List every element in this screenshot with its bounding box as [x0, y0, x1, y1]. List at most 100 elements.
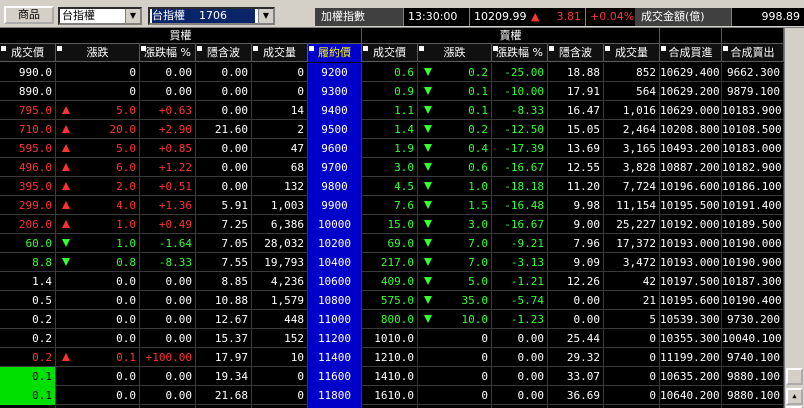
put-iv-cell: 9.09	[548, 253, 604, 272]
call-volume-cell: 4,236	[252, 272, 308, 291]
col-put-change[interactable]: 漲跌	[418, 44, 492, 62]
table-row[interactable]: 990.0 0 0.00 0.00 0 9200 0.6 0.2 -25.00 18.88 852 1…	[0, 63, 784, 82]
synthetic-sell-cell-value: 10108.500	[722, 123, 782, 136]
put-iv-cell-value: 9.98	[573, 199, 601, 212]
up-arrow-icon: ▲	[527, 8, 541, 26]
call-price-cell-value: 60.0	[25, 237, 53, 250]
col-put-change-pct[interactable]: 漲跌幅 %	[492, 44, 548, 62]
call-change-cell-value: 0	[129, 66, 136, 79]
chevron-down-icon[interactable]: ▼	[258, 9, 273, 23]
synthetic-sell-cell: 10189.500	[722, 215, 784, 234]
call-price-cell-value: 795.0	[18, 104, 52, 117]
call-iv-cell-value: 5.91	[221, 199, 249, 212]
up-triangle-icon	[62, 125, 70, 133]
put-iv-cell: 9.98	[548, 196, 604, 215]
synthetic-buy-cell-value: 10539.300	[660, 313, 720, 326]
put-price-cell-value: 1610.0	[374, 389, 414, 402]
col-put-iv[interactable]: 隱含波	[548, 44, 604, 62]
put-change-cell-value: 3.0	[468, 218, 488, 231]
product-select[interactable]: 台指權 ▼	[58, 7, 142, 25]
table-row[interactable]: 8.8 0.8 -8.33 7.55 19,793 10400 217.0 7.0 -3.13 9…	[0, 253, 784, 272]
put-price-cell: 409.0	[362, 272, 418, 291]
put-volume-cell-value: 1,016	[622, 104, 656, 117]
chevron-down-icon[interactable]: ▼	[125, 9, 140, 23]
call-iv-cell: 17.97	[196, 348, 252, 367]
synthetic-sell-cell-value: 10182.900	[722, 161, 782, 174]
put-change-cell-value: 0.1	[468, 104, 488, 117]
product-button[interactable]: 商品	[4, 6, 54, 24]
table-row[interactable]: 0.2 0.1 +100.00 17.97 10 11400 1210.0 0 0.00 29.3…	[0, 348, 784, 367]
put-change-cell: 0.2	[418, 63, 492, 82]
put-change-cell-value: 5.0	[468, 275, 488, 288]
table-row[interactable]: 496.0 6.0 +1.22 0.00 68 9700 3.0 0.6 -16.67 12.55…	[0, 158, 784, 177]
call-volume-cell-value: 28,032	[264, 237, 304, 250]
col-call-change[interactable]: 漲跌	[56, 44, 140, 62]
table-row[interactable]: 0.1 0.0 0.00 19.34 0 11600 1410.0 0 0.00 33.07 0 10…	[0, 367, 784, 386]
strike-cell-value: 10600	[317, 275, 352, 288]
strike-cell: 11800	[308, 386, 362, 405]
synthetic-buy-cell-value: 10640.200	[660, 389, 720, 402]
table-row[interactable]: 0.2 0.0 0.00 15.37 152 11200 1010.0 0 0.00 25.44 0…	[0, 329, 784, 348]
put-price-cell: 800.0	[362, 310, 418, 329]
down-triangle-icon	[424, 106, 432, 114]
call-volume-cell-value: 0	[297, 370, 304, 383]
col-call-change-pct[interactable]: 漲跌幅 %	[140, 44, 196, 62]
col-call-iv[interactable]: 隱含波	[196, 44, 252, 62]
table-row[interactable]: 395.0 2.0 +0.51 0.00 132 9800 4.5 1.0 -18.18 11.2…	[0, 177, 784, 196]
synthetic-buy-cell: 10635.200	[660, 367, 722, 386]
col-call-volume[interactable]: 成交量	[252, 44, 308, 62]
table-row[interactable]: 0.1 0.0 0.00 21.68 0 11800 1610.0 0 0.00 36.69 0 10…	[0, 386, 784, 405]
synthetic-buy-cell-value: 10635.200	[660, 370, 720, 383]
call-change-pct-cell-value: +100.00	[145, 351, 192, 364]
call-volume-cell-value: 132	[284, 180, 304, 193]
down-triangle-icon	[424, 125, 432, 133]
put-volume-cell: 0	[604, 348, 660, 367]
put-change-cell: 5.0	[418, 272, 492, 291]
call-iv-cell-value: 0.00	[221, 142, 249, 155]
col-put-volume[interactable]: 成交量	[604, 44, 660, 62]
scroll-thumb[interactable]	[786, 368, 803, 385]
col-strike[interactable]: 履約價	[308, 44, 362, 62]
synthetic-buy-cell: 10193.000	[660, 253, 722, 272]
call-iv-cell: 5.91	[196, 196, 252, 215]
table-row[interactable]: 60.0 1.0 -1.64 7.05 28,032 10200 69.0 7.0 -9.21 7…	[0, 234, 784, 253]
table-row[interactable]: 0.5 0.0 0.00 10.88 1,579 10800 575.0 35.0 -5.74 0…	[0, 291, 784, 310]
synthetic-buy-cell: 10629.200	[660, 82, 722, 101]
scroll-up-icon[interactable]: ▲	[786, 388, 803, 405]
put-change-cell: 0.1	[418, 82, 492, 101]
synthetic-sell-cell-value: 10040.100	[722, 332, 782, 345]
strike-cell-value: 11600	[317, 370, 352, 383]
table-row[interactable]: 1.4 0.0 0.00 8.85 4,236 10600 409.0 5.0 -1.21 12.…	[0, 272, 784, 291]
call-iv-cell: 0.00	[196, 101, 252, 120]
table-row[interactable]: 795.0 5.0 +0.63 0.00 14 9400 1.1 0.1 -8.33 16.47 1…	[0, 101, 784, 120]
put-volume-cell-value: 7,724	[622, 180, 656, 193]
table-row[interactable]: 595.0 5.0 +0.85 0.00 47 9600 1.9 0.4 -17.39 13.69…	[0, 139, 784, 158]
call-price-cell: 206.0	[0, 215, 56, 234]
synthetic-sell-cell-value: 10186.100	[722, 180, 782, 193]
put-volume-cell: 21	[604, 291, 660, 310]
strike-cell: 9200	[308, 63, 362, 82]
strike-cell-value: 11800	[317, 389, 352, 402]
put-volume-cell: 3,828	[604, 158, 660, 177]
synthetic-buy-cell: 10887.200	[660, 158, 722, 177]
up-triangle-icon	[62, 220, 70, 228]
table-row[interactable]: 0.2 0.0 0.00 12.67 448 11000 800.0 10.0 -1.23 0.0…	[0, 310, 784, 329]
col-call-price[interactable]: 成交價	[0, 44, 56, 62]
col-put-price[interactable]: 成交價	[362, 44, 418, 62]
put-volume-cell: 0	[604, 386, 660, 405]
call-change-pct-cell-value: +0.51	[158, 180, 192, 193]
down-triangle-icon	[424, 68, 432, 76]
call-iv-cell: 21.60	[196, 120, 252, 139]
col-synthetic-buy[interactable]: 合成買進	[660, 44, 722, 62]
table-row[interactable]: 206.0 1.0 +0.49 7.25 6,386 10000 15.0 3.0 -16.67…	[0, 215, 784, 234]
contract-select[interactable]: 台指權 1706 ▼	[148, 7, 275, 25]
table-row[interactable]: 299.0 4.0 +1.36 5.91 1,003 9900 7.6 1.5 -16.48 9.…	[0, 196, 784, 215]
call-iv-cell: 8.85	[196, 272, 252, 291]
table-row[interactable]: 890.0 0 0.00 0.00 0 9300 0.9 0.1 -10.00 17.91 564 1…	[0, 82, 784, 101]
put-volume-cell: 0	[604, 329, 660, 348]
put-volume-cell-value: 0	[649, 370, 656, 383]
col-synthetic-sell[interactable]: 合成賣出	[722, 44, 784, 62]
vertical-scrollbar[interactable]: ▲	[784, 28, 804, 408]
table-row[interactable]: 710.0 20.0 +2.90 21.60 2 9500 1.4 0.2 -12.50 15.0…	[0, 120, 784, 139]
put-price-cell-value: 4.5	[394, 180, 414, 193]
